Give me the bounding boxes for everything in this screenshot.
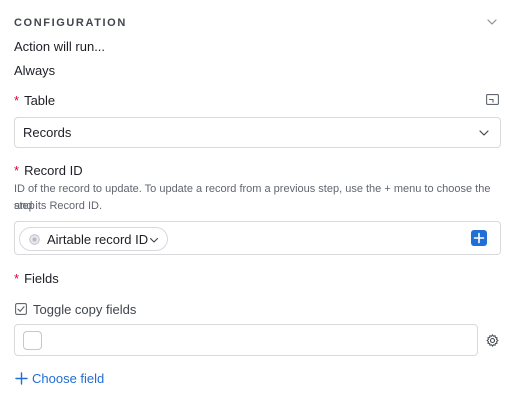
gear-icon[interactable] [486,334,499,347]
layout-icon[interactable] [486,94,499,105]
chevron-down-icon [149,237,159,243]
section-title: CONFIGURATION [14,17,127,29]
token-label: Airtable record ID [47,232,149,247]
required-mark: * [14,93,20,108]
record-label-row: * Record ID [14,163,83,179]
chevron-down-icon[interactable] [485,15,499,29]
checkbox-checked-icon[interactable] [15,303,27,315]
fields-label-row: * Fields [14,271,59,287]
table-label: Table [24,93,56,108]
record-id-token[interactable]: Airtable record ID [19,227,168,251]
chevron-down-icon [479,130,489,136]
required-mark: * [14,163,20,178]
run-value: Always [14,63,56,78]
required-mark: * [14,271,20,286]
plus-icon [15,372,28,385]
airtable-dot-icon [29,234,40,245]
run-label: Action will run... [14,39,106,54]
choose-field-label: Choose field [32,371,105,386]
table-select[interactable]: Records [14,117,501,148]
configuration-header[interactable]: CONFIGURATION [14,16,501,30]
fields-label: Fields [24,271,59,286]
record-help-line2: and its Record ID. [14,200,103,212]
plus-icon [473,232,485,244]
toggle-copy-fields-label: Toggle copy fields [33,302,137,317]
field-row[interactable] [14,324,478,356]
record-label: Record ID [24,163,83,178]
insert-variable-button[interactable] [471,230,487,246]
table-select-value: Records [23,125,72,140]
table-label-row: * Table [14,93,55,109]
field-row-checkbox[interactable] [23,331,42,350]
record-id-input[interactable]: Airtable record ID [14,221,501,255]
